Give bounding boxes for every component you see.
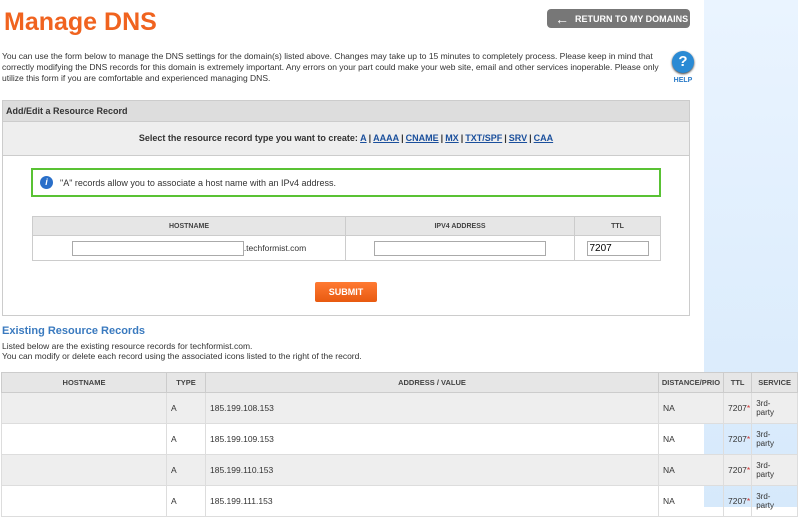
cell-service: 3rd-party [751,423,798,455]
existing-desc-line1: Listed below are the existing resource r… [2,341,253,351]
cell-hostname [1,485,167,517]
existing-records-title: Existing Resource Records [2,325,146,337]
table-row: A 185.199.110.153 NA 7207* 3rd-party [1,454,798,486]
cell-service: 3rd-party [751,485,798,517]
ttl-input[interactable] [586,240,649,256]
ttl-header: TTL [574,216,661,236]
help-label: HELP [673,77,693,84]
type-link-srv[interactable]: SRV [509,133,527,143]
cell-prio: NA [658,423,724,455]
record-form-table: HOSTNAME IPV4 ADDRESS TTL .techformist.c… [32,216,661,261]
cell-ttl: 7207* [722,454,753,486]
add-edit-record-panel: Add/Edit a Resource Record Select the re… [2,100,690,316]
cell-hostname [1,392,167,424]
col-address: ADDRESS / VALUE [205,372,659,393]
help-icon: ? [672,51,694,73]
help-link[interactable]: ? HELP [672,51,694,84]
cell-value: 185.199.109.153 [205,423,659,455]
existing-records-desc: Listed below are the existing resource r… [2,341,362,361]
cell-value: 185.199.110.153 [205,454,659,486]
cell-type: A [166,392,206,424]
submit-button[interactable]: SUBMIT [315,282,377,302]
col-ttl: TTL [722,372,753,393]
type-link-caa[interactable]: CAA [534,133,554,143]
return-to-domains-button[interactable]: ← RETURN TO MY DOMAINS [547,9,690,28]
type-link-cname[interactable]: CNAME [406,133,439,143]
record-info-box: i "A" records allow you to associate a h… [31,168,661,197]
cell-service: 3rd-party [751,392,798,424]
col-service: SERVICE [751,372,798,393]
info-icon: i [40,176,53,189]
cell-service: 3rd-party [751,454,798,486]
col-hostname: HOSTNAME [1,372,167,393]
cell-type: A [166,454,206,486]
cell-prio: NA [658,392,724,424]
existing-desc-line2: You can modify or delete each record usi… [2,351,362,361]
arrow-left-icon: ← [555,10,569,27]
record-info-text: "A" records allow you to associate a hos… [60,177,337,188]
page-title: Manage DNS [4,8,157,36]
cell-type: A [166,423,206,455]
hostname-header: HOSTNAME [32,216,346,236]
ipv4-input[interactable] [374,240,546,256]
cell-ttl: 7207* [722,423,753,455]
cell-hostname [1,454,167,486]
table-row: A 185.199.108.153 NA 7207* 3rd-party [1,392,798,424]
table-row: A 185.199.111.153 NA 7207* 3rd-party [1,485,798,517]
table-row: A 185.199.109.153 NA 7207* 3rd-party [1,423,798,455]
cell-prio: NA [658,454,724,486]
col-type: TYPE [166,372,206,393]
type-link-txt-spf[interactable]: TXT/SPF [465,133,502,143]
col-distance: DISTANCE/PRIO [658,372,724,393]
hostname-input[interactable] [71,240,244,256]
type-link-aaaa[interactable]: AAAA [373,133,399,143]
cell-value: 185.199.111.153 [205,485,659,517]
return-to-domains-label: RETURN TO MY DOMAINS [575,13,689,24]
cell-ttl: 7207* [722,392,753,424]
cell-value: 185.199.108.153 [205,392,659,424]
type-link-a[interactable]: A [360,133,367,143]
ipv4-header: IPV4 ADDRESS [345,216,575,236]
panel-title: Add/Edit a Resource Record [3,101,689,122]
record-type-selector: Select the resource record type you want… [3,122,689,156]
type-link-mx[interactable]: MX [445,133,459,143]
cell-type: A [166,485,206,517]
domain-suffix: .techformist.com [243,242,307,253]
cell-prio: NA [658,485,724,517]
record-type-prompt: Select the resource record type you want… [138,133,358,143]
existing-records-table: HOSTNAME TYPE ADDRESS / VALUE DISTANCE/P… [1,372,798,517]
intro-text: You can use the form below to manage the… [2,51,659,83]
cell-hostname [1,423,167,455]
cell-ttl: 7207* [722,485,753,517]
